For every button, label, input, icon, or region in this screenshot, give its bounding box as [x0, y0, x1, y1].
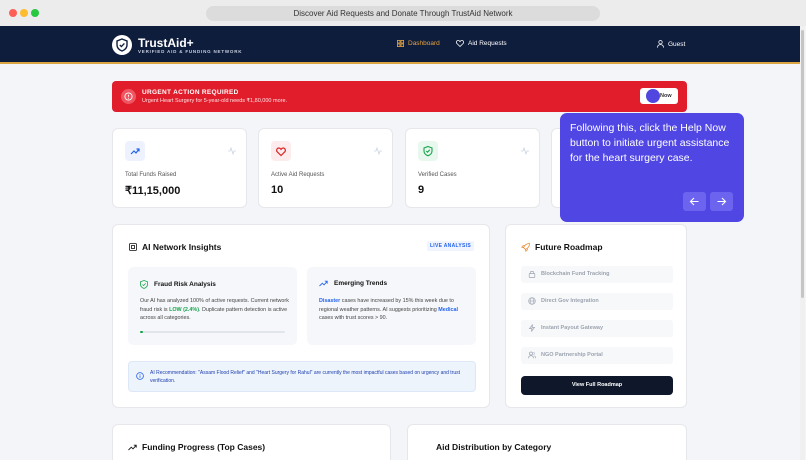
grid-icon [397, 40, 404, 47]
activity-icon [374, 147, 382, 155]
roadmap-item: Instant Payout Gateway [521, 320, 673, 337]
ai-insights-title: AI Network Insights [142, 242, 222, 252]
scrollbar-thumb[interactable] [801, 30, 804, 298]
cpu-icon [129, 243, 137, 251]
ai-insights-card: AI Network Insights LIVE ANALYSIS Fraud … [112, 224, 490, 408]
funding-progress-card: Funding Progress (Top Cases) [112, 424, 391, 460]
aid-distribution-title: Aid Distribution by Category [436, 442, 552, 452]
brand-name[interactable]: TrustAid+ [138, 36, 194, 50]
stat-label: Total Funds Raised [125, 172, 177, 178]
activity-icon [521, 147, 529, 155]
help-now-button[interactable]: Now [640, 88, 678, 104]
roadmap-item: NGO Partnership Portal [521, 347, 673, 364]
heart-icon [271, 141, 291, 161]
nav-dashboard-label: Dashboard [408, 40, 440, 47]
close-window-button[interactable] [9, 9, 17, 17]
users-icon [528, 351, 536, 359]
brand-tagline: VERIFIED AID & FUNDING NETWORK [138, 49, 243, 54]
emerging-trends-title: Emerging Trends [334, 280, 388, 287]
urgent-description: Urgent Heart Surgery for 5-year-old need… [142, 98, 288, 104]
tooltip-next-button[interactable] [710, 192, 733, 211]
fraud-risk-panel: Fraud Risk Analysis Our AI has analyzed … [128, 267, 297, 345]
globe-icon [528, 297, 536, 305]
alert-icon [121, 89, 136, 104]
stat-card-verified: Verified Cases 9 [405, 128, 540, 208]
roadmap-item-label: Instant Payout Gateway [541, 325, 604, 331]
stat-value: ₹11,15,000 [125, 185, 181, 197]
address-bar[interactable]: Discover Aid Requests and Donate Through… [206, 6, 600, 21]
rocket-icon [521, 242, 530, 252]
stat-label: Verified Cases [418, 172, 457, 178]
roadmap-item-label: Blockchain Fund Tracking [541, 271, 610, 277]
roadmap-title: Future Roadmap [535, 242, 603, 252]
roadmap-item-label: NGO Partnership Portal [541, 352, 603, 358]
tutorial-tooltip: Following this, click the Help Now butto… [560, 113, 744, 222]
aid-distribution-header: Aid Distribution by Category [436, 442, 551, 452]
fraud-risk-level: LOW (2.4%) [169, 306, 200, 313]
minimize-window-button[interactable] [20, 9, 28, 17]
nav-aid-requests-label: Aid Requests [468, 40, 507, 47]
roadmap-item: Blockchain Fund Tracking [521, 266, 673, 283]
browser-titlebar: Discover Aid Requests and Donate Through… [0, 0, 806, 26]
funding-progress-title: Funding Progress (Top Cases) [142, 442, 266, 452]
heart-icon [456, 40, 464, 47]
live-analysis-badge: LIVE ANALYSIS [426, 241, 474, 251]
user-menu[interactable]: Guest [657, 40, 685, 48]
fraud-risk-progress [140, 331, 285, 333]
top-navbar: TrustAid+ VERIFIED AID & FUNDING NETWORK… [0, 26, 800, 64]
info-icon [136, 372, 144, 380]
activity-icon [228, 147, 236, 155]
shield-logo-icon[interactable] [112, 35, 132, 55]
arrow-left-icon [689, 197, 699, 206]
page-scrollbar[interactable] [800, 26, 805, 460]
urgent-banner: URGENT ACTION REQUIRED Urgent Heart Surg… [112, 81, 687, 112]
roadmap-item: Direct Gov Integration [521, 293, 673, 310]
emerging-trends-header: Emerging Trends [319, 280, 387, 287]
trending-up-icon [125, 141, 145, 161]
stat-value: 10 [271, 184, 284, 196]
urgent-title: URGENT ACTION REQUIRED [142, 89, 239, 96]
arrow-right-icon [717, 197, 727, 206]
pointer-highlight [646, 89, 660, 103]
ai-insights-header: AI Network Insights [129, 242, 221, 252]
emerging-trends-text: Disaster cases have increased by 15% thi… [319, 298, 459, 321]
funding-progress-header: Funding Progress (Top Cases) [128, 442, 265, 452]
aid-distribution-card: Aid Distribution by Category [407, 424, 687, 460]
roadmap-header: Future Roadmap [521, 242, 603, 252]
maximize-window-button[interactable] [31, 9, 39, 17]
shield-check-icon [418, 141, 438, 161]
shield-check-icon [140, 280, 148, 289]
stat-label: Active Aid Requests [271, 172, 325, 178]
user-icon [657, 40, 664, 48]
emerging-trends-panel: Emerging Trends Disaster cases have incr… [307, 267, 476, 345]
trending-up-icon [319, 280, 328, 287]
help-now-label: Now [660, 93, 672, 99]
roadmap-item-label: Direct Gov Integration [541, 298, 599, 304]
stat-card-funds: Total Funds Raised ₹11,15,000 [112, 128, 247, 208]
tooltip-text: Following this, click the Help Now butto… [570, 122, 730, 164]
future-roadmap-card: Future Roadmap Blockchain Fund Tracking … [505, 224, 687, 408]
nav-dashboard[interactable]: Dashboard [397, 40, 440, 47]
tooltip-prev-button[interactable] [683, 192, 706, 211]
view-roadmap-button[interactable]: View Full Roadmap [521, 376, 673, 395]
fraud-risk-title: Fraud Risk Analysis [154, 281, 216, 288]
lock-icon [528, 271, 536, 278]
fraud-risk-header: Fraud Risk Analysis [140, 280, 216, 289]
nav-aid-requests[interactable]: Aid Requests [456, 40, 507, 47]
fraud-risk-text: Our AI has analyzed 100% of active reque… [140, 298, 289, 321]
stat-value: 9 [418, 184, 425, 196]
trending-up-icon [128, 444, 137, 450]
ai-recommendation-text: AI Recommendation: "Assam Flood Relief" … [150, 370, 461, 384]
ai-recommendation: AI Recommendation: "Assam Flood Relief" … [128, 361, 476, 392]
zap-icon [528, 324, 536, 332]
fraud-risk-progress-fill [140, 331, 144, 333]
app-window: Discover Aid Requests and Donate Through… [0, 0, 806, 460]
user-name: Guest [668, 40, 686, 48]
stat-card-requests: Active Aid Requests 10 [258, 128, 393, 208]
